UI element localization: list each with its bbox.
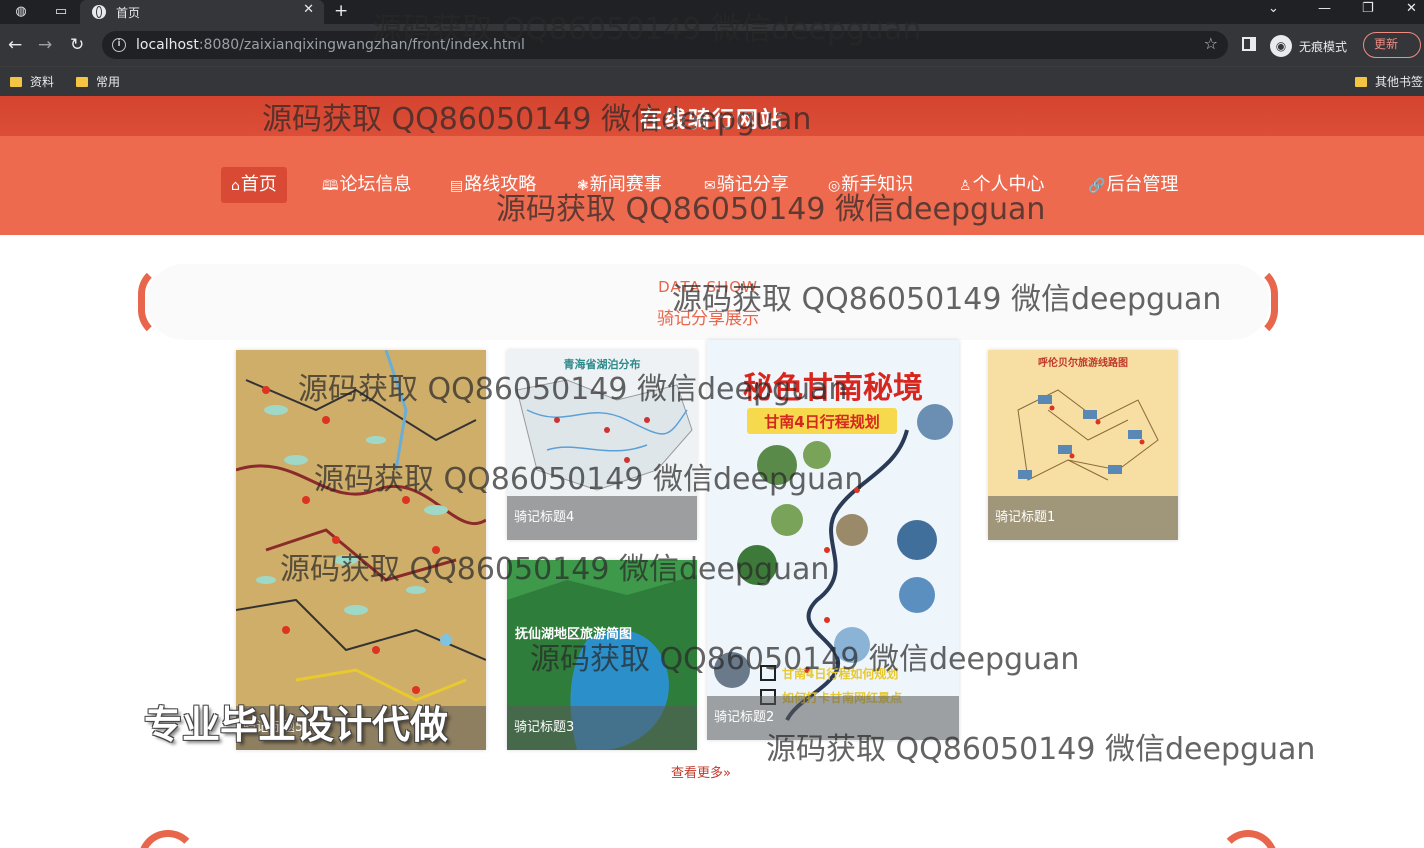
main-nav: ⌂首页 🕮论坛信息 ▤路线攻略 ❃新闻赛事 ✉骑记分享 ◎新手知识 ♙个人中心 …: [0, 136, 1424, 235]
share-card-5[interactable]: 骑记标题5: [236, 350, 486, 750]
browser-tab[interactable]: 首页 ✕: [80, 0, 324, 24]
nav-item-news[interactable]: ❃新闻赛事: [567, 167, 672, 203]
update-button[interactable]: 更新: [1363, 32, 1421, 58]
chevron-down-icon[interactable]: ⌄: [1268, 1, 1279, 16]
browser-toolbar: ← → ↻ i localhost:8080/zaixianqixingwang…: [0, 24, 1424, 66]
site-title: 在线骑行网站: [639, 108, 784, 133]
tab-globe-icon: [92, 5, 106, 19]
book-icon: 🕮: [322, 178, 339, 194]
nav-item-share[interactable]: ✉骑记分享: [694, 167, 799, 203]
site-header: 在线骑行网站: [0, 96, 1424, 136]
incognito-icon[interactable]: ◉: [1270, 35, 1292, 57]
poster-subtitle: 甘南4日行程规划: [764, 413, 879, 431]
home-icon: ⌂: [231, 178, 240, 194]
tab-window-icon[interactable]: ▭: [50, 2, 72, 22]
bookmarks-bar: 资料 常用 其他书签: [0, 66, 1424, 96]
link-icon: 🔗: [1088, 178, 1106, 194]
globe-icon[interactable]: ◍: [10, 2, 32, 22]
reload-icon[interactable]: ↻: [70, 34, 84, 56]
incognito-label: 无痕模式: [1299, 40, 1348, 54]
section-banner: DATA SHOW 骑记分享展示: [138, 264, 1278, 340]
mail-icon: ✉: [704, 178, 716, 194]
nav-item-routes[interactable]: ▤路线攻略: [440, 167, 546, 203]
banner-left-cap: [138, 830, 198, 848]
share-card-3[interactable]: 抚仙湖地区旅游简图 骑记标题3: [507, 560, 697, 750]
address-bar[interactable]: i localhost:8080/zaixianqixingwangzhan/f…: [102, 31, 1228, 59]
poster-title: 青海省湖泊分布: [564, 357, 641, 371]
poster-title: 秘色甘南秘境: [743, 371, 923, 406]
browser-tab-bar: ◍ ▭ 首页 ✕ + ⌄ — ❐ ✕: [0, 0, 1424, 24]
share-card-4[interactable]: 青海省湖泊分布 骑记标题4: [507, 350, 697, 540]
view-more-link[interactable]: 查看更多»: [671, 762, 731, 781]
poster-check-1: 甘南4日行程如何规划: [782, 666, 898, 681]
card-caption: 骑记标题4: [507, 496, 697, 540]
section-en-title: DATA SHOW: [658, 278, 758, 296]
nav-item-profile[interactable]: ♙个人中心: [949, 167, 1055, 203]
folder-icon: [76, 77, 88, 87]
side-panel-icon[interactable]: [1242, 37, 1256, 51]
bookmark-star-icon[interactable]: ☆: [1204, 34, 1218, 53]
bookmark-folder-changyong[interactable]: 常用: [76, 73, 120, 91]
user-icon: ♙: [959, 178, 972, 194]
card-caption: 骑记标题3: [507, 706, 697, 750]
window-close-icon[interactable]: ✕: [1406, 1, 1417, 16]
banner-right-cap: [1218, 830, 1278, 848]
nav-item-forum[interactable]: 🕮论坛信息: [312, 167, 422, 203]
section-title: 骑记分享展示: [657, 309, 759, 329]
nav-item-beginner[interactable]: ◎新手知识: [818, 167, 923, 203]
tab-title: 首页: [116, 6, 141, 20]
card-caption: 骑记标题1: [988, 496, 1178, 540]
flower-icon: ❃: [577, 178, 589, 194]
bookmark-folder-ziliao[interactable]: 资料: [10, 73, 54, 91]
close-icon[interactable]: ✕: [303, 2, 314, 17]
card-image: 秘色甘南秘境 甘南4日行程规划 甘南4日行程如何规划 如何打卡甘南网红景点: [707, 340, 959, 740]
card-caption: 骑记标题2: [707, 696, 959, 740]
watermark-large: 专业毕业设计代做: [144, 703, 449, 747]
url-text: localhost:8080/zaixianqixingwangzhan/fro…: [136, 37, 525, 53]
restore-icon[interactable]: ❐: [1362, 1, 1374, 16]
bookmark-folder-other[interactable]: 其他书签: [1355, 73, 1423, 91]
document-icon: ▤: [450, 178, 464, 194]
nav-item-home[interactable]: ⌂首页: [221, 167, 287, 203]
forward-arrow-icon[interactable]: →: [38, 34, 52, 56]
folder-icon: [1355, 77, 1367, 87]
share-card-1[interactable]: 呼伦贝尔旅游线路图 骑记标题1: [988, 350, 1178, 540]
poster-title: 呼伦贝尔旅游线路图: [1038, 356, 1128, 369]
folder-icon: [10, 77, 22, 87]
minimize-icon[interactable]: —: [1318, 1, 1331, 16]
back-arrow-icon[interactable]: ←: [8, 34, 22, 56]
nav-item-admin[interactable]: 🔗后台管理: [1078, 167, 1188, 203]
poster-title: 抚仙湖地区旅游简图: [515, 626, 632, 642]
new-tab-icon[interactable]: +: [334, 1, 348, 21]
circle-icon: ◎: [828, 178, 841, 194]
card-image: [236, 350, 486, 750]
info-icon[interactable]: i: [112, 38, 126, 52]
next-section-banner: [138, 830, 1278, 848]
share-card-2[interactable]: 秘色甘南秘境 甘南4日行程规划 甘南4日行程如何规划 如何打卡甘南网红景点 骑记…: [707, 340, 959, 740]
